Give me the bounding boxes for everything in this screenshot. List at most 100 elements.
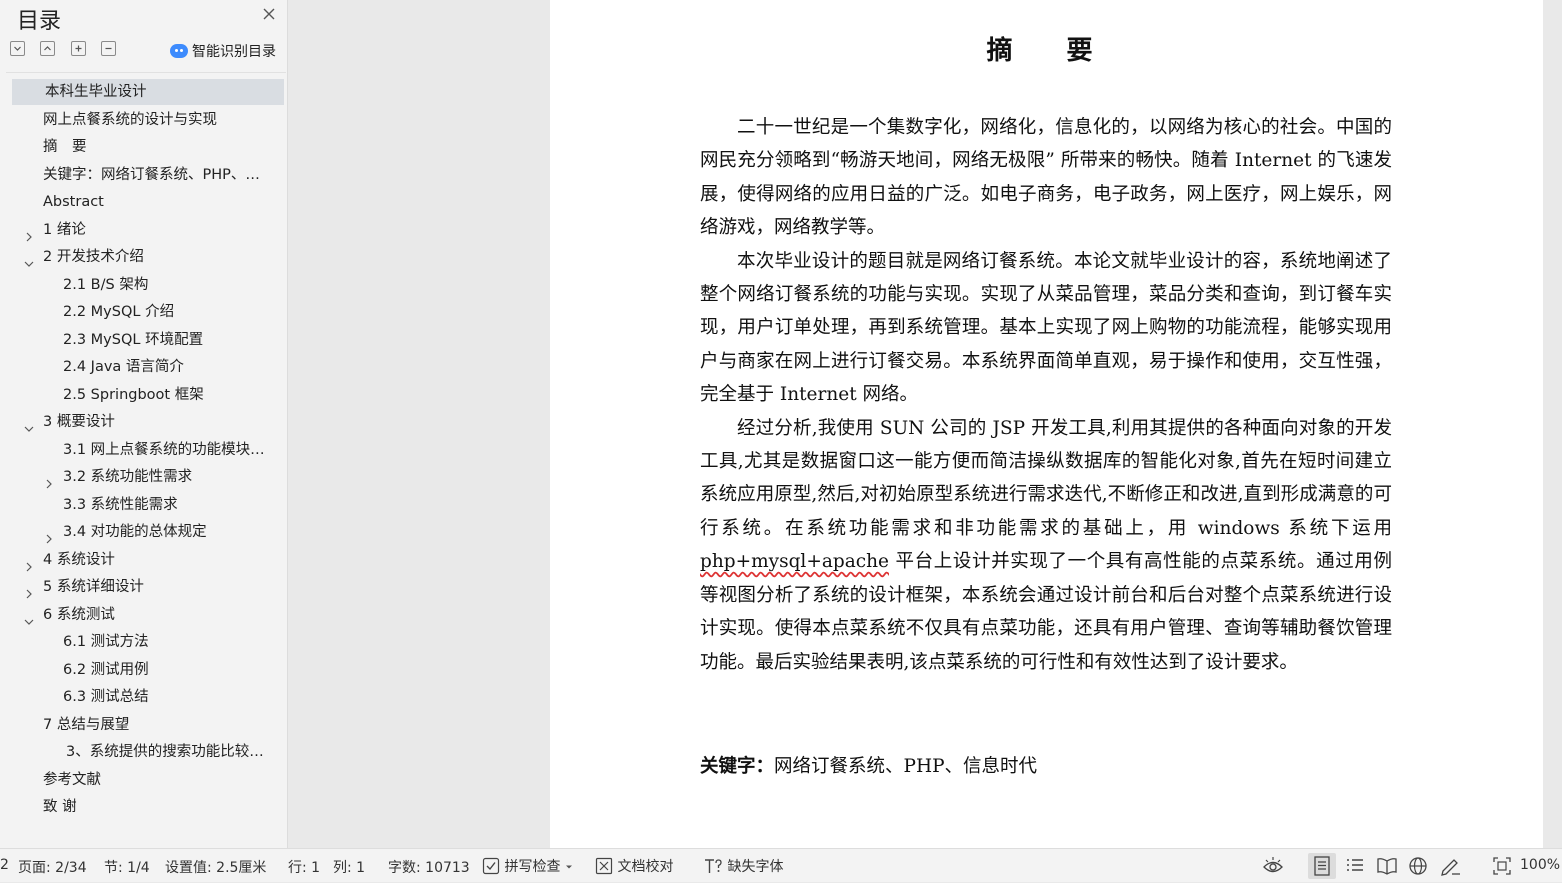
toc-item[interactable]: 3、系统提供的搜索功能比较… — [12, 739, 284, 765]
toc-item-label: 2.4 Java 语言简介 — [63, 359, 184, 375]
chevron-down-icon[interactable] — [24, 417, 34, 432]
abstract-body: 二十一世纪是一个集数字化，网络化，信息化的，以网络为核心的社会。中国的网民充分领… — [700, 111, 1392, 679]
toc-item-label: 3.1 网上点餐系统的功能模块… — [63, 441, 265, 458]
abstract-heading: 摘 要 — [986, 36, 1107, 66]
toc-item-label: 7 总结与展望 — [43, 716, 130, 733]
toc-title: 目录 — [17, 9, 62, 34]
setting-value[interactable]: 设置值: 2.5厘米 — [165, 857, 266, 877]
toc-item-label: 3 概要设计 — [43, 414, 115, 430]
toc-item[interactable]: 参考文献 — [12, 767, 284, 793]
toc-item[interactable]: Abstract — [12, 189, 284, 215]
keywords-value: 网络订餐系统、PHP、信息时代 — [774, 756, 1038, 777]
chevron-right-icon[interactable] — [44, 472, 54, 489]
toc-item[interactable]: 6 系统测试 — [12, 602, 284, 628]
toc-item[interactable]: 3.3 系统性能需求 — [12, 492, 284, 518]
toc-item[interactable]: 2.2 MySQL 介绍 — [12, 299, 284, 325]
eye-protection-icon[interactable] — [1262, 856, 1283, 876]
reading-view-icon[interactable] — [1376, 856, 1397, 876]
smart-toc-button[interactable]: 智能识别目录 — [170, 41, 276, 60]
toc-item-label: 2.3 MySQL 环境配置 — [63, 331, 204, 348]
toc-item[interactable]: 7 总结与展望 — [12, 712, 284, 738]
toc-item-label: 2.5 Springboot 框架 — [63, 386, 204, 403]
chevron-right-icon[interactable] — [24, 582, 34, 599]
toc-item-label: 3.3 系统性能需求 — [63, 496, 178, 513]
document-page[interactable]: 摘 要 二十一世纪是一个集数字化，网络化，信息化的，以网络为核心的社会。中国的网… — [550, 0, 1543, 848]
chevron-down-icon[interactable] — [24, 610, 34, 625]
toc-item[interactable]: 摘 要 — [12, 134, 284, 160]
chevron-down-icon[interactable] — [24, 252, 34, 267]
outline-view-icon[interactable] — [1345, 856, 1365, 876]
toc-item[interactable]: 5 系统详细设计 — [12, 574, 284, 600]
toc-item[interactable]: 1 绪论 — [12, 217, 284, 243]
toc-item[interactable]: 致 谢 — [12, 794, 284, 820]
toc-item[interactable]: 6.2 测试用例 — [12, 657, 284, 683]
toc-item[interactable]: 2.1 B/S 架构 — [12, 272, 284, 298]
toc-item-label: 5 系统详细设计 — [43, 579, 144, 595]
missing-font-icon — [705, 859, 722, 873]
toc-item[interactable]: 2 开发技术介绍 — [12, 244, 284, 270]
toc-item-label: 摘 要 — [43, 139, 87, 155]
status-bar: 2 页面: 2/34 节: 1/4 设置值: 2.5厘米 行: 1 列: 1 字… — [0, 848, 1562, 882]
doc-proof-button[interactable]: 文档校对 — [595, 856, 673, 876]
zoom-level[interactable]: 100% — [1520, 857, 1560, 873]
toc-item[interactable]: 关键字：网络订餐系统、PHP、… — [12, 162, 284, 188]
paragraph-text: 经过分析,我使用 SUN 公司的 JSP 开发工具,利用其提供的各种面向对象的开… — [700, 417, 1392, 539]
collapse-all-icon[interactable] — [101, 41, 116, 56]
chevron-right-icon[interactable] — [24, 555, 34, 571]
page-indicator[interactable]: 页面: 2/34 — [18, 857, 87, 877]
toc-item[interactable]: 2.3 MySQL 环境配置 — [12, 327, 284, 353]
web-view-icon[interactable] — [1408, 856, 1428, 876]
toc-item[interactable]: 6.3 测试总结 — [12, 684, 284, 710]
toc-item[interactable]: 网上点餐系统的设计与实现 — [12, 107, 284, 133]
chevron-right-icon[interactable] — [24, 225, 34, 241]
chevron-down-icon — [565, 865, 572, 869]
toc-item-label: Abstract — [43, 194, 104, 210]
missing-fonts-button[interactable]: 缺失字体 — [703, 856, 783, 876]
spelling-error-text[interactable]: php+mysql+apache — [700, 551, 889, 572]
toc-item-label: 6.1 测试方法 — [63, 634, 149, 650]
toc-item-label: 2 开发技术介绍 — [43, 249, 144, 265]
abstract-paragraph: 本次毕业设计的题目就是网络订餐系统。本论文就毕业设计的容，系统地阐述了整个网络订… — [700, 250, 1392, 406]
word-count[interactable]: 字数: 10713 — [388, 857, 470, 877]
collapse-up-icon[interactable] — [40, 41, 55, 56]
toc-item[interactable]: 3 概要设计 — [12, 409, 284, 435]
line-indicator: 行: 1 — [288, 860, 321, 876]
toc-item[interactable]: 3.4 对功能的总体规定 — [12, 519, 284, 545]
toc-item[interactable]: 4 系统设计 — [12, 547, 284, 573]
expand-down-icon[interactable] — [10, 41, 25, 56]
toc-item[interactable]: 3.2 系统功能性需求 — [12, 464, 284, 490]
toc-item-label: 致 谢 — [43, 799, 77, 815]
toc-item[interactable]: 6.1 测试方法 — [12, 629, 284, 655]
toc-item-label: 2.1 B/S 架构 — [63, 276, 149, 293]
page-view-icon[interactable] — [1308, 853, 1336, 879]
fit-page-icon[interactable] — [1492, 856, 1512, 876]
document-margin-area — [288, 0, 550, 848]
column-indicator: 列: 1 — [333, 860, 366, 876]
toc-list: 本科生毕业设计网上点餐系统的设计与实现摘 要关键字：网络订餐系统、PHP、… Ab… — [6, 72, 286, 848]
toc-item-label: 6.2 测试用例 — [63, 661, 149, 678]
close-icon[interactable] — [260, 5, 278, 23]
toc-item-label: 关键字：网络订餐系统、PHP、… — [43, 166, 260, 183]
toc-item[interactable]: 3.1 网上点餐系统的功能模块… — [12, 437, 284, 463]
missing-fonts-label: 缺失字体 — [727, 859, 784, 875]
toc-item-label: 3、系统提供的搜索功能比较… — [66, 744, 264, 760]
toc-item-label: 本科生毕业设计 — [45, 84, 147, 100]
toc-item[interactable]: 2.5 Springboot 框架 — [12, 382, 284, 408]
toc-item-label: 1 绪论 — [43, 221, 86, 238]
chevron-right-icon[interactable] — [44, 527, 54, 544]
status-edge-text: 2 — [0, 857, 9, 873]
toc-item[interactable]: 本科生毕业设计 — [12, 79, 284, 105]
section-indicator[interactable]: 节: 1/4 — [104, 857, 150, 877]
expand-all-icon[interactable] — [71, 41, 86, 56]
right-gutter — [1543, 0, 1562, 848]
doc-proof-label: 文档校对 — [617, 859, 674, 875]
pen-icon[interactable] — [1440, 856, 1460, 876]
toc-item-label: 3.2 系统功能性需求 — [63, 469, 193, 485]
smart-toc-label: 智能识别目录 — [192, 44, 276, 60]
toc-panel: 目录 智能识别目录 本科生毕业设计网上点餐系统的设计与实现摘 要关键字：网络订餐… — [0, 0, 288, 848]
toc-item-label: 6 系统测试 — [43, 606, 115, 623]
toc-item[interactable]: 2.4 Java 语言简介 — [12, 354, 284, 380]
abstract-paragraph: 经过分析,我使用 SUN 公司的 JSP 开发工具,利用其提供的各种面向对象的开… — [700, 412, 1392, 679]
spell-check-button[interactable]: 拼写检查 — [482, 856, 573, 876]
toc-item-label: 4 系统设计 — [43, 551, 115, 568]
